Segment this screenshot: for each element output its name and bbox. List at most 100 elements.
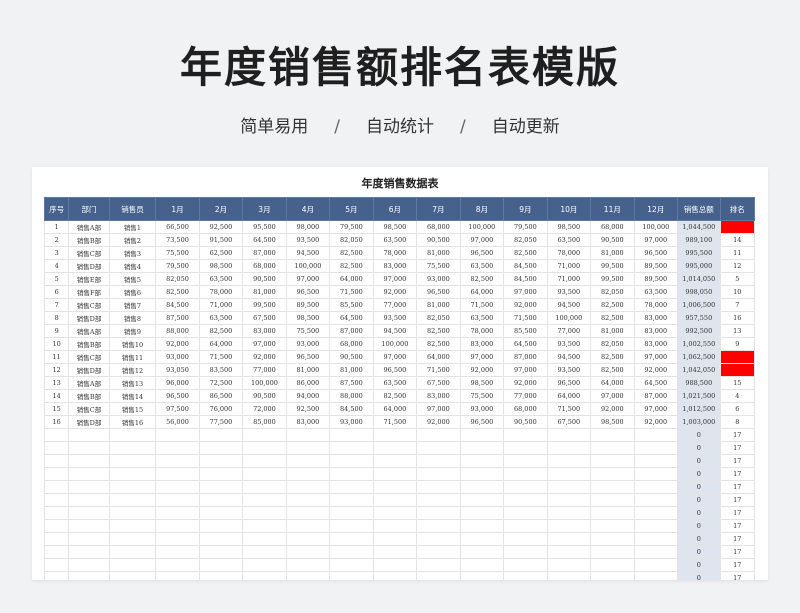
rank-cell[interactable]: 4: [719, 389, 756, 403]
table-cell[interactable]: 96,500: [285, 350, 331, 364]
table-cell[interactable]: 87,000: [503, 350, 548, 364]
empty-cell[interactable]: [68, 441, 110, 455]
empty-cell[interactable]: [416, 480, 461, 494]
table-cell[interactable]: 82,050: [590, 285, 635, 299]
total-cell[interactable]: 957,550: [677, 311, 721, 325]
empty-cell[interactable]: [590, 454, 635, 468]
table-cell[interactable]: 87,000: [329, 324, 374, 338]
table-cell[interactable]: 8: [43, 311, 70, 325]
empty-cell[interactable]: [329, 532, 374, 546]
empty-cell[interactable]: [198, 571, 244, 580]
empty-cell[interactable]: [633, 506, 679, 520]
table-cell[interactable]: 销售3: [108, 246, 157, 260]
column-header[interactable]: 10月: [546, 197, 592, 221]
table-cell[interactable]: 81,000: [329, 363, 374, 377]
rank-cell[interactable]: 14: [719, 233, 756, 247]
empty-cell[interactable]: [155, 506, 200, 520]
empty-cell[interactable]: [633, 519, 679, 533]
column-header[interactable]: 6月: [372, 197, 418, 221]
empty-cell[interactable]: [285, 428, 331, 442]
table-cell[interactable]: 销售2: [108, 233, 157, 247]
total-cell[interactable]: 0: [677, 519, 721, 533]
table-cell[interactable]: 97,000: [242, 337, 287, 351]
empty-cell[interactable]: [590, 558, 635, 572]
table-cell[interactable]: 78,000: [459, 324, 505, 338]
empty-cell[interactable]: [546, 558, 592, 572]
table-cell[interactable]: 71,500: [546, 402, 592, 416]
table-cell[interactable]: 67,500: [242, 311, 287, 325]
table-cell[interactable]: 64,000: [198, 337, 244, 351]
empty-cell[interactable]: [242, 571, 287, 580]
empty-cell[interactable]: [503, 532, 548, 546]
table-cell[interactable]: 89,500: [633, 259, 679, 273]
table-cell[interactable]: 77,000: [242, 363, 287, 377]
rank-cell[interactable]: 17: [719, 493, 756, 507]
column-header[interactable]: 12月: [633, 197, 679, 221]
table-cell[interactable]: 销售B部: [68, 389, 110, 403]
table-cell[interactable]: 82,050: [503, 233, 548, 247]
table-cell[interactable]: 销售B部: [68, 233, 110, 247]
rank-cell[interactable]: 12: [719, 259, 756, 273]
empty-cell[interactable]: [633, 428, 679, 442]
table-cell[interactable]: 93,500: [285, 233, 331, 247]
empty-cell[interactable]: [546, 506, 592, 520]
empty-cell[interactable]: [285, 545, 331, 559]
empty-cell[interactable]: [155, 571, 200, 580]
table-cell[interactable]: 63,500: [198, 272, 244, 286]
table-cell[interactable]: 94,500: [546, 298, 592, 312]
table-cell[interactable]: 90,500: [242, 389, 287, 403]
empty-cell[interactable]: [329, 493, 374, 507]
table-cell[interactable]: 92,000: [503, 298, 548, 312]
table-cell[interactable]: 81,000: [416, 246, 461, 260]
table-cell[interactable]: 82,500: [459, 272, 505, 286]
empty-cell[interactable]: [155, 519, 200, 533]
total-cell[interactable]: 1,002,550: [677, 337, 721, 351]
empty-cell[interactable]: [503, 506, 548, 520]
rank-cell[interactable]: 11: [719, 246, 756, 260]
empty-cell[interactable]: [198, 480, 244, 494]
empty-cell[interactable]: [372, 428, 418, 442]
table-cell[interactable]: 100,000: [285, 259, 331, 273]
table-cell[interactable]: 9: [43, 324, 70, 338]
empty-cell[interactable]: [459, 493, 505, 507]
table-cell[interactable]: 100,000: [633, 220, 679, 234]
rank-cell[interactable]: 6: [719, 402, 756, 416]
rank-cell[interactable]: 5: [719, 272, 756, 286]
table-cell[interactable]: 83,000: [633, 337, 679, 351]
table-cell[interactable]: 82,050: [155, 272, 200, 286]
table-cell[interactable]: 63,500: [198, 311, 244, 325]
table-cell[interactable]: 99,500: [590, 259, 635, 273]
empty-cell[interactable]: [546, 467, 592, 481]
table-cell[interactable]: 67,500: [416, 376, 461, 390]
empty-cell[interactable]: [416, 558, 461, 572]
table-cell[interactable]: 71,500: [416, 363, 461, 377]
total-cell[interactable]: 0: [677, 480, 721, 494]
table-cell[interactable]: 93,500: [546, 337, 592, 351]
table-cell[interactable]: 12: [43, 363, 70, 377]
table-cell[interactable]: 75,500: [285, 324, 331, 338]
total-cell[interactable]: 0: [677, 545, 721, 559]
table-cell[interactable]: 64,000: [372, 402, 418, 416]
table-cell[interactable]: 87,000: [242, 246, 287, 260]
empty-cell[interactable]: [633, 467, 679, 481]
empty-cell[interactable]: [108, 558, 157, 572]
table-cell[interactable]: 67,500: [546, 415, 592, 429]
empty-cell[interactable]: [546, 532, 592, 546]
table-cell[interactable]: 销售10: [108, 337, 157, 351]
table-cell[interactable]: 68,000: [242, 259, 287, 273]
empty-cell[interactable]: [372, 532, 418, 546]
table-cell[interactable]: 88,000: [155, 324, 200, 338]
table-cell[interactable]: 100,000: [372, 337, 418, 351]
total-cell[interactable]: 1,044,500: [677, 220, 721, 234]
total-cell[interactable]: 1,014,050: [677, 272, 721, 286]
table-cell[interactable]: 销售A部: [68, 376, 110, 390]
table-cell[interactable]: 销售7: [108, 298, 157, 312]
empty-cell[interactable]: [590, 532, 635, 546]
table-cell[interactable]: 90,500: [329, 350, 374, 364]
table-cell[interactable]: 66,500: [155, 220, 200, 234]
table-cell[interactable]: 销售15: [108, 402, 157, 416]
empty-cell[interactable]: [155, 480, 200, 494]
empty-cell[interactable]: [43, 558, 70, 572]
total-cell[interactable]: 0: [677, 454, 721, 468]
empty-cell[interactable]: [372, 480, 418, 494]
